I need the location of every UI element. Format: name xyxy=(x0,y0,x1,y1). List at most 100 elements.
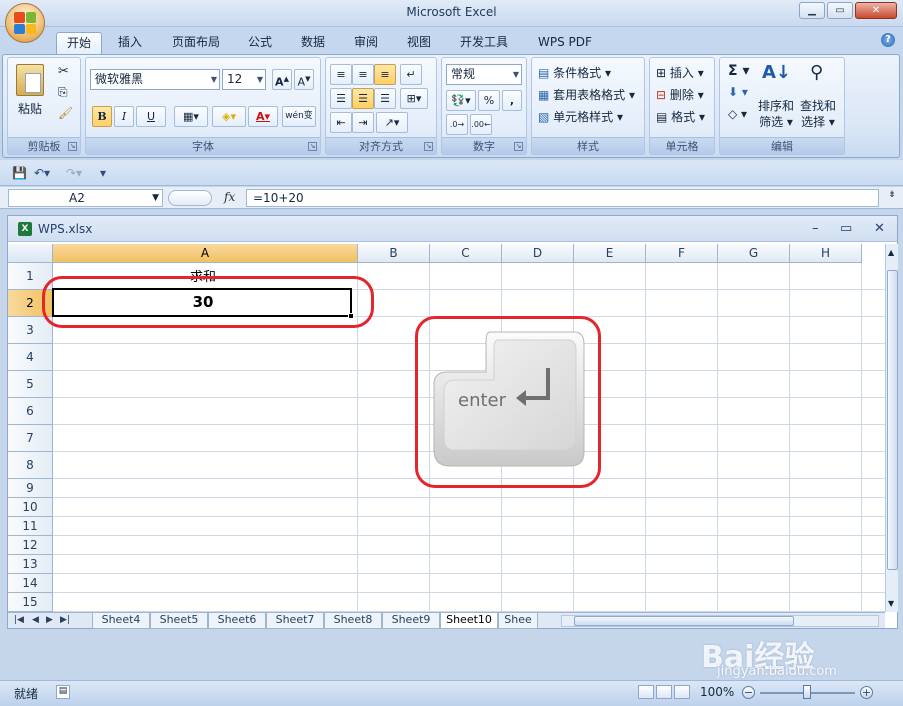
column-header-f[interactable]: F xyxy=(646,244,718,263)
percent-button[interactable]: % xyxy=(478,90,500,111)
maximize-button[interactable]: ▭ xyxy=(827,2,853,19)
save-icon[interactable]: 💾 xyxy=(12,166,27,180)
help-icon[interactable]: ? xyxy=(881,33,895,47)
next-sheet-icon[interactable]: ▶ xyxy=(46,615,53,625)
orientation-button[interactable]: ↗▾ xyxy=(376,112,408,133)
font-size-combo[interactable]: 12 ▼ xyxy=(222,69,266,90)
sheet-tab-sheet5[interactable]: Sheet5 xyxy=(150,613,208,629)
phonetic-button[interactable]: wén变 xyxy=(282,106,316,127)
fill-icon[interactable]: ⬇ ▾ xyxy=(728,85,748,99)
decrease-decimal-button[interactable]: .00← xyxy=(470,114,492,135)
find-select-button[interactable]: 查找和 选择 ▾ xyxy=(800,98,836,130)
delete-cells-button[interactable]: ⊟ 删除 ▾ xyxy=(656,86,704,103)
tab-data[interactable]: 数据 xyxy=(291,32,335,54)
font-name-combo[interactable]: 微软雅黑 ▼ xyxy=(90,69,220,90)
tab-view[interactable]: 视图 xyxy=(397,32,441,54)
select-all-button[interactable] xyxy=(8,244,53,263)
first-sheet-icon[interactable]: |◀ xyxy=(14,615,24,625)
row-header-7[interactable]: 7 xyxy=(8,425,53,452)
sheet-tab-sheet9[interactable]: Sheet9 xyxy=(382,613,440,629)
zoom-in-icon[interactable]: + xyxy=(860,686,873,699)
vertical-scroll-thumb[interactable] xyxy=(887,270,898,570)
column-header-a[interactable]: A xyxy=(53,244,358,263)
row-header-15[interactable]: 15 xyxy=(8,593,53,612)
name-box[interactable]: A2 ▼ xyxy=(8,189,163,207)
row-header-5[interactable]: 5 xyxy=(8,371,53,398)
sheet-tab-sheet6[interactable]: Sheet6 xyxy=(208,613,266,629)
redo-icon[interactable]: ↷▾ xyxy=(66,166,82,180)
row-header-14[interactable]: 14 xyxy=(8,574,53,593)
align-center-button[interactable]: ☰ xyxy=(352,88,374,109)
macro-record-icon[interactable]: ▤ xyxy=(56,685,70,699)
column-header-e[interactable]: E xyxy=(574,244,646,263)
format-cells-button[interactable]: ▤ 格式 ▾ xyxy=(656,108,705,125)
align-right-button[interactable]: ☰ xyxy=(374,88,396,109)
number-format-combo[interactable]: 常规 ▼ xyxy=(446,64,522,85)
sheet-tab-sheet8[interactable]: Sheet8 xyxy=(324,613,382,629)
format-painter-icon[interactable]: 🖌 xyxy=(58,106,73,120)
zoom-out-icon[interactable]: − xyxy=(742,686,755,699)
tab-formulas[interactable]: 公式 xyxy=(238,32,282,54)
column-header-h[interactable]: H xyxy=(790,244,862,263)
office-button[interactable] xyxy=(5,3,45,43)
row-header-4[interactable]: 4 xyxy=(8,344,53,371)
scroll-down-icon[interactable]: ▼ xyxy=(888,599,894,608)
insert-cells-button[interactable]: ⊞ 插入 ▾ xyxy=(656,64,704,81)
sort-filter-icon[interactable]: A↓ xyxy=(762,62,791,83)
row-header-8[interactable]: 8 xyxy=(8,452,53,479)
undo-icon[interactable]: ↶▾ xyxy=(34,166,50,180)
borders-button[interactable]: ▦▾ xyxy=(174,106,208,127)
currency-button[interactable]: 💱▾ xyxy=(446,90,476,111)
zoom-slider-thumb[interactable] xyxy=(803,685,811,699)
italic-button[interactable]: I xyxy=(114,106,134,127)
last-sheet-icon[interactable]: ▶| xyxy=(60,615,70,625)
sheet-tab-sheet10[interactable]: Sheet10 xyxy=(440,613,498,629)
clipboard-launcher-icon[interactable]: ↘ xyxy=(68,142,77,151)
alignment-launcher-icon[interactable]: ↘ xyxy=(424,142,433,151)
align-bottom-button[interactable]: ≡ xyxy=(374,64,396,85)
prev-sheet-icon[interactable]: ◀ xyxy=(32,615,39,625)
row-header-9[interactable]: 9 xyxy=(8,479,53,498)
grow-font-button[interactable]: A▲ xyxy=(272,69,292,90)
autosum-icon[interactable]: Σ ▾ xyxy=(728,63,749,79)
formula-input[interactable]: =10+20 xyxy=(246,189,879,207)
formula-bar-splitter[interactable] xyxy=(168,190,212,206)
paste-icon[interactable] xyxy=(16,64,44,96)
page-break-view-button[interactable] xyxy=(674,685,690,699)
column-header-b[interactable]: B xyxy=(358,244,430,263)
sheet-tab-sheet7[interactable]: Sheet7 xyxy=(266,613,324,629)
underline-button[interactable]: U xyxy=(136,106,166,127)
increase-decimal-button[interactable]: .0→ xyxy=(446,114,468,135)
minimize-button[interactable]: ▁ xyxy=(799,2,825,19)
copy-icon[interactable]: ⎘ xyxy=(58,85,68,100)
wrap-text-button[interactable]: ↵ xyxy=(400,64,422,85)
binoculars-icon[interactable]: ⚲ xyxy=(810,62,823,83)
row-header-12[interactable]: 12 xyxy=(8,536,53,555)
conditional-format-button[interactable]: ▤ 条件格式 ▾ xyxy=(538,64,611,81)
close-button[interactable]: ✕ xyxy=(855,2,897,19)
tab-review[interactable]: 审阅 xyxy=(344,32,388,54)
column-header-d[interactable]: D xyxy=(502,244,574,263)
comma-button[interactable]: , xyxy=(502,90,522,111)
cell-styles-button[interactable]: ▧ 单元格样式 ▾ xyxy=(538,108,623,125)
zoom-level[interactable]: 100% xyxy=(700,685,734,699)
row-header-13[interactable]: 13 xyxy=(8,555,53,574)
font-launcher-icon[interactable]: ↘ xyxy=(308,142,317,151)
tab-developer[interactable]: 开发工具 xyxy=(450,32,518,54)
font-color-button[interactable]: A▾ xyxy=(248,106,278,127)
workbook-restore-button[interactable]: ▭ xyxy=(840,221,852,236)
merge-center-button[interactable]: ⊞▾ xyxy=(400,88,428,109)
increase-indent-button[interactable]: ⇥ xyxy=(352,112,374,133)
align-left-button[interactable]: ☰ xyxy=(330,88,352,109)
expand-formula-bar-icon[interactable]: ⇟ xyxy=(885,190,899,206)
tab-page-layout[interactable]: 页面布局 xyxy=(162,32,230,54)
row-header-6[interactable]: 6 xyxy=(8,398,53,425)
align-top-button[interactable]: ≡ xyxy=(330,64,352,85)
shrink-font-button[interactable]: A▼ xyxy=(294,69,314,90)
tab-home[interactable]: 开始 xyxy=(56,32,103,54)
column-header-g[interactable]: G xyxy=(718,244,790,263)
number-launcher-icon[interactable]: ↘ xyxy=(514,142,523,151)
customize-toolbar-icon[interactable]: ▾ xyxy=(100,166,106,180)
scroll-up-icon[interactable]: ▲ xyxy=(888,248,894,257)
sheet-tab-shee[interactable]: Shee xyxy=(498,613,538,629)
